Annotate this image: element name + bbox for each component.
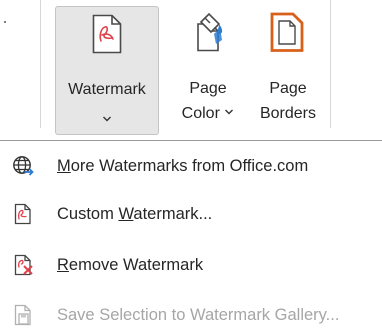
label-post: ore Watermarks from Office.com	[70, 157, 309, 175]
page-borders-icon	[270, 12, 304, 59]
menu-item-remove-watermark[interactable]: Remove Watermark	[0, 245, 382, 283]
access-key: R	[57, 256, 69, 274]
chevron-down-icon	[102, 108, 112, 122]
menu-item-label: Save Selection to Watermark Gallery...	[57, 304, 339, 326]
menu-item-more-watermarks[interactable]: More Watermarks from Office.com	[0, 146, 382, 184]
menu-item-label: Remove Watermark	[57, 254, 203, 276]
label-pre: Save Selection to Watermark Gallery...	[57, 306, 340, 324]
menu-item-label: More Watermarks from Office.com	[57, 155, 308, 177]
group-marker	[4, 21, 6, 23]
menu-item-custom-watermark[interactable]: Custom Watermark...	[0, 194, 382, 232]
page-borders-button[interactable]: Page Borders	[248, 6, 328, 135]
menu-separator	[0, 140, 382, 141]
page-color-label-text: Color	[181, 105, 220, 122]
remove-watermark-icon	[12, 254, 34, 276]
page-borders-label-line2: Borders	[259, 105, 317, 122]
group-separator-right	[330, 0, 331, 128]
page-color-label-line2: Color	[170, 103, 246, 125]
group-separator-left	[40, 0, 41, 128]
label-post: atermark...	[133, 205, 213, 223]
page-color-button[interactable]: Page Color	[170, 6, 246, 135]
watermark-button[interactable]: Watermark	[55, 6, 159, 135]
page-color-icon	[192, 12, 226, 59]
menu-item-save-selection-to-gallery: Save Selection to Watermark Gallery...	[0, 295, 382, 329]
access-key: W	[118, 205, 134, 223]
label-pre: Custom	[57, 205, 119, 223]
watermark-label: Watermark	[68, 81, 146, 98]
menu-item-label: Custom Watermark...	[57, 203, 212, 225]
label-post: emove Watermark	[68, 256, 204, 274]
ribbon-page-background-group: Watermark Page Color Page Borders	[0, 0, 382, 140]
access-key: M	[57, 157, 71, 175]
watermark-icon	[92, 14, 122, 61]
globe-icon	[12, 155, 34, 177]
custom-watermark-icon	[12, 203, 34, 225]
page-color-label-line1: Page	[189, 80, 227, 97]
page-borders-label-line1: Page	[269, 80, 307, 97]
chevron-down-icon	[225, 109, 234, 115]
save-to-gallery-icon	[12, 304, 34, 326]
